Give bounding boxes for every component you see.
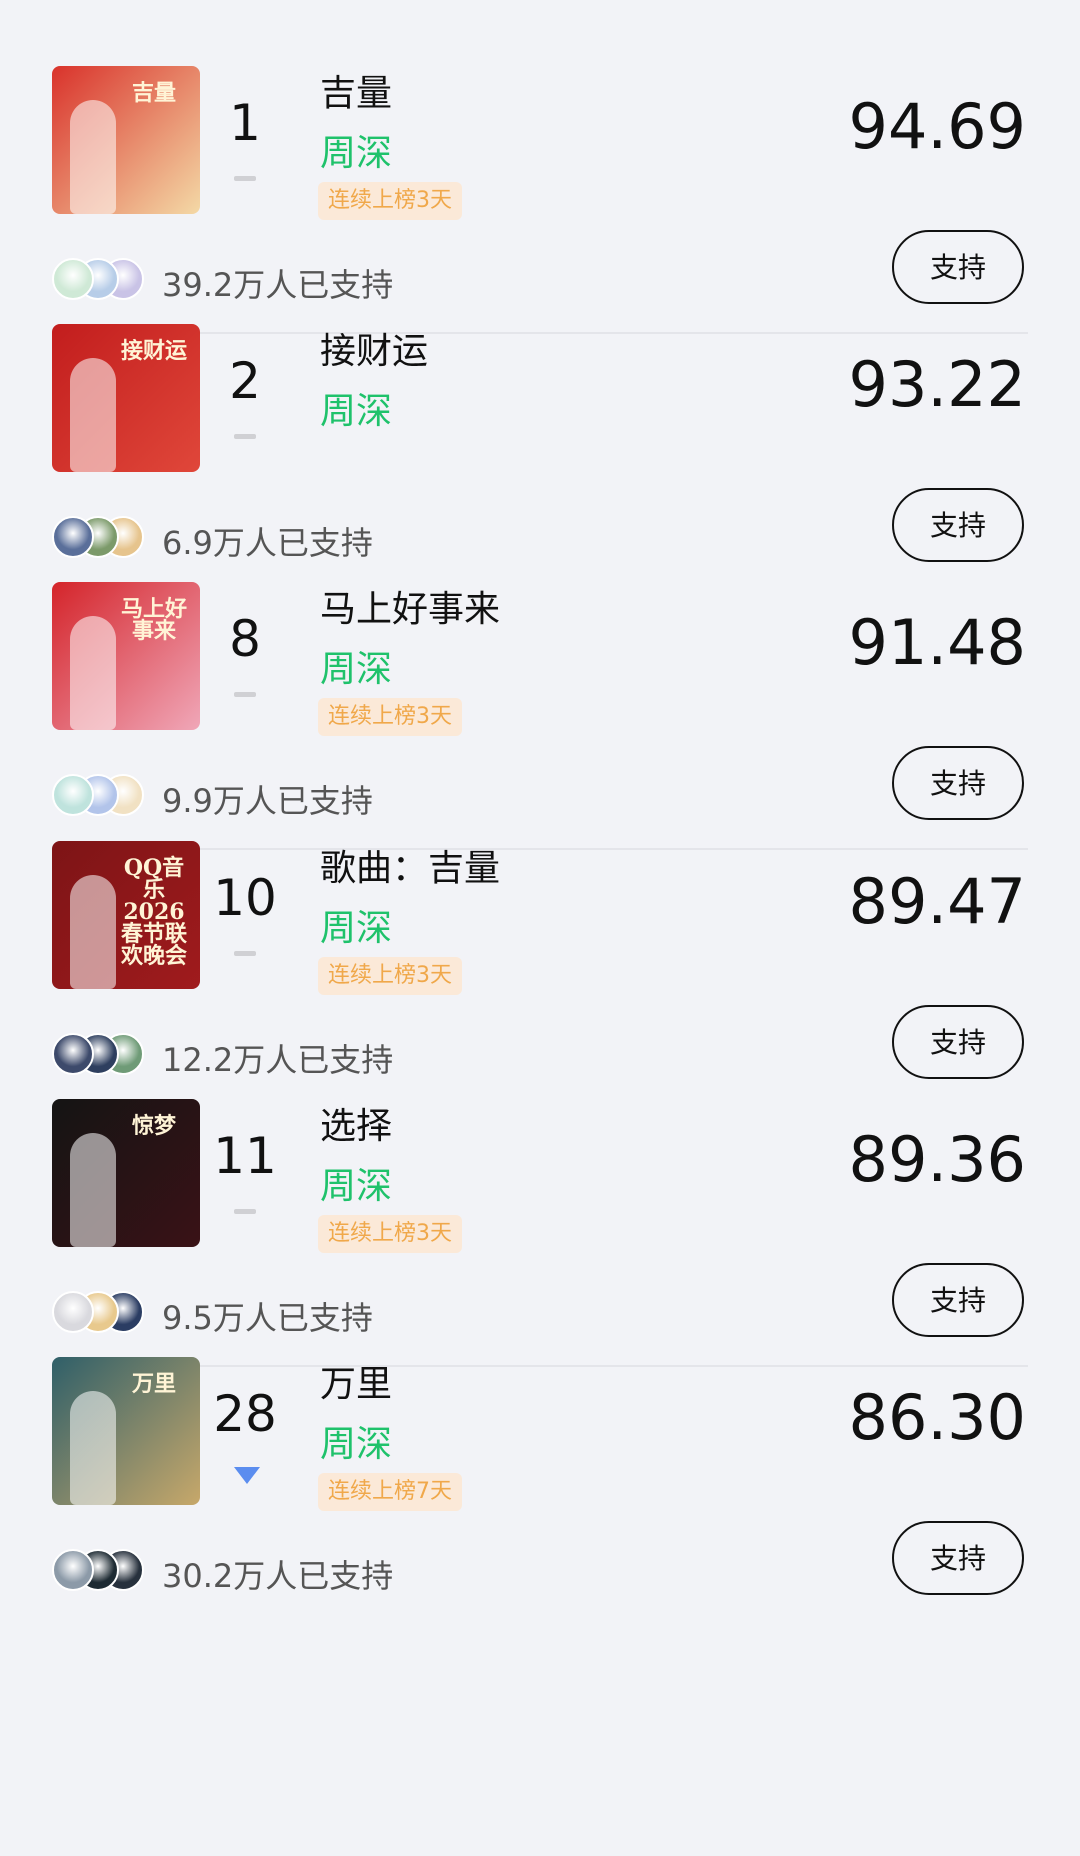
score-value: 89.36	[848, 1123, 1027, 1196]
cover-title-text: 马上好事来	[120, 596, 187, 644]
avatar	[52, 1549, 94, 1591]
album-cover[interactable]: 马上好事来	[52, 582, 200, 730]
supporter-avatars	[52, 1033, 152, 1075]
rank-number: 11	[213, 1127, 277, 1185]
avatar	[52, 1291, 94, 1333]
avatar	[52, 774, 94, 816]
song-title[interactable]: 歌曲：吉量	[320, 839, 500, 891]
streak-badge: 连续上榜7天	[318, 1473, 462, 1511]
support-button[interactable]: 支持	[892, 1521, 1024, 1595]
cover-figure	[70, 1391, 116, 1505]
album-cover[interactable]: 接财运	[52, 324, 200, 472]
song-title[interactable]: 马上好事来	[320, 580, 500, 632]
score-value: 86.30	[848, 1381, 1027, 1454]
streak-badge: 连续上榜3天	[318, 182, 462, 220]
song-title[interactable]: 吉量	[320, 64, 392, 116]
cover-figure	[70, 1133, 116, 1247]
song-title[interactable]: 选择	[320, 1097, 392, 1149]
streak-badge: 连续上榜3天	[318, 698, 462, 736]
cover-title-text: QQ音乐 2026 春节联欢晚会	[120, 855, 187, 969]
score-value: 94.69	[848, 90, 1027, 163]
artist-name[interactable]: 周深	[320, 899, 392, 951]
artist-name[interactable]: 周深	[320, 382, 392, 434]
album-cover[interactable]: 万里	[52, 1357, 200, 1505]
cover-title-text: 惊梦	[131, 1113, 176, 1139]
artist-name[interactable]: 周深	[320, 124, 392, 176]
album-cover[interactable]: 吉量	[52, 66, 200, 214]
rank-number: 1	[229, 94, 261, 152]
supporter-avatars	[52, 258, 152, 300]
supporter-count: 30.2万人已支持	[162, 1557, 394, 1595]
artist-name[interactable]: 周深	[320, 1415, 392, 1467]
cover-figure	[70, 100, 116, 214]
cover-figure	[70, 358, 116, 472]
rank-number: 10	[213, 869, 277, 927]
rank-number: 8	[229, 610, 261, 668]
avatar	[52, 516, 94, 558]
artist-name[interactable]: 周深	[320, 1157, 392, 1209]
song-title[interactable]: 万里	[320, 1355, 392, 1407]
score-value: 89.47	[848, 865, 1027, 938]
artist-name[interactable]: 周深	[320, 640, 392, 692]
avatar	[52, 1033, 94, 1075]
trend-down-icon	[234, 1467, 260, 1484]
supporter-avatars	[52, 774, 152, 816]
cover-title-text: 吉量	[131, 80, 176, 106]
rank-number: 2	[229, 352, 261, 410]
avatar	[52, 258, 94, 300]
supporter-avatars	[52, 1549, 152, 1591]
trend-unchanged-icon	[234, 1209, 256, 1214]
trend-unchanged-icon	[234, 951, 256, 956]
score-value: 93.22	[848, 348, 1027, 421]
chart-entry[interactable]: 万里 28 万里周深连续上榜7天 86.30 30.2万人已支持 支持	[0, 1291, 1080, 1597]
album-cover[interactable]: 惊梦	[52, 1099, 200, 1247]
streak-badge: 连续上榜3天	[318, 1215, 462, 1253]
cover-title-text: 接财运	[120, 338, 187, 364]
song-title[interactable]: 接财运	[320, 322, 428, 374]
trend-unchanged-icon	[234, 434, 256, 439]
rank-number: 28	[213, 1385, 277, 1443]
score-value: 91.48	[848, 606, 1027, 679]
supporter-avatars	[52, 516, 152, 558]
streak-badge: 连续上榜3天	[318, 957, 462, 995]
cover-figure	[70, 875, 116, 989]
trend-unchanged-icon	[234, 176, 256, 181]
album-cover[interactable]: QQ音乐 2026 春节联欢晚会	[52, 841, 200, 989]
supporter-avatars	[52, 1291, 152, 1333]
cover-title-text: 万里	[131, 1371, 176, 1397]
cover-figure	[70, 616, 116, 730]
trend-unchanged-icon	[234, 692, 256, 697]
